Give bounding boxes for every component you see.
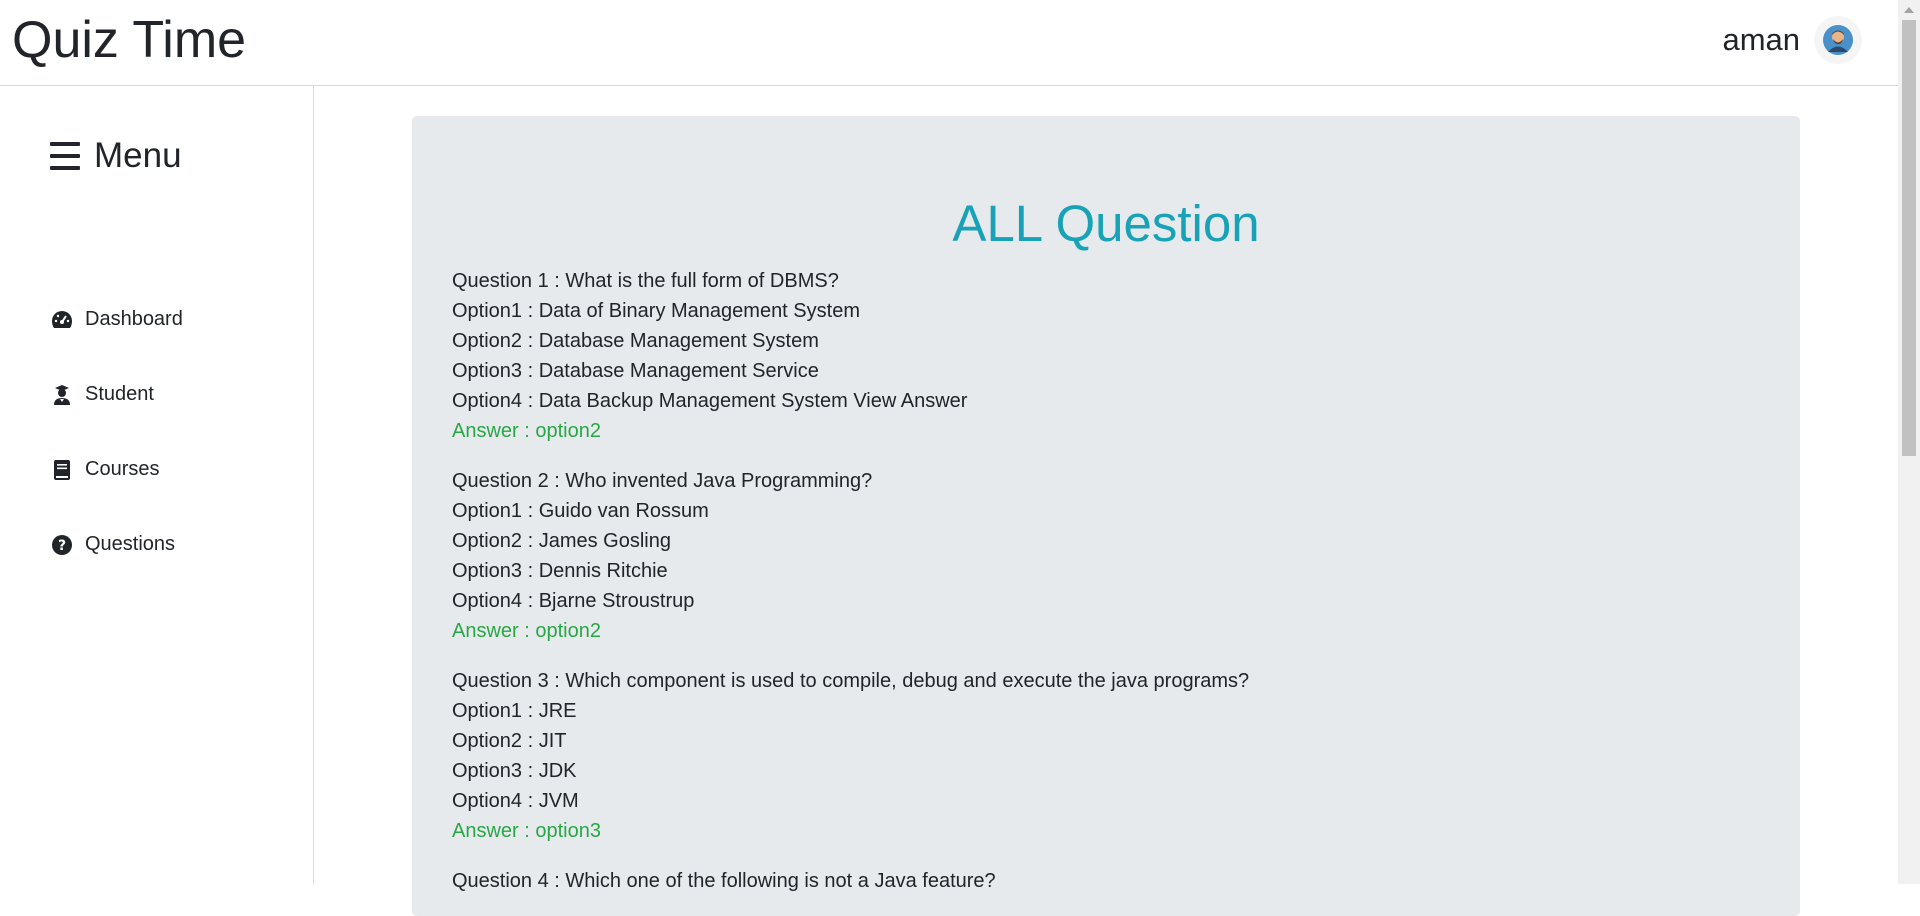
- option-1: Option1 : Guido van Rossum: [452, 500, 709, 522]
- scrollbar-thumb[interactable]: [1902, 20, 1916, 456]
- option-3: Option3 : JDK: [452, 760, 577, 782]
- top-navbar: Quiz Time aman: [0, 0, 1898, 86]
- hamburger-icon[interactable]: [50, 142, 80, 170]
- menu-header[interactable]: Menu: [50, 136, 182, 176]
- question-circle-icon: ?: [50, 533, 74, 557]
- question-text: Question 2 : Who invented Java Programmi…: [452, 470, 873, 492]
- sidebar-item-student[interactable]: Student: [50, 357, 183, 432]
- tachometer-icon: [50, 308, 74, 332]
- user-avatar-icon[interactable]: [1814, 16, 1862, 64]
- svg-text:?: ?: [58, 538, 66, 554]
- sidebar-item-courses[interactable]: Courses: [50, 432, 183, 507]
- option-4: Option4 : JVM: [452, 790, 579, 812]
- option-2: Option2 : Database Management System: [452, 330, 819, 352]
- page-title: ALL Question: [952, 195, 1260, 252]
- option-4: Option4 : Bjarne Stroustrup: [452, 590, 695, 612]
- user-menu[interactable]: aman: [1722, 16, 1862, 64]
- option-1: Option1 : JRE: [452, 700, 577, 722]
- sidebar-item-label: Dashboard: [85, 308, 183, 330]
- question-text: Question 3 : Which component is used to …: [452, 670, 1250, 692]
- brand-title[interactable]: Quiz Time: [12, 10, 246, 70]
- option-1: Option1 : Data of Binary Management Syst…: [452, 300, 860, 322]
- user-graduate-icon: [50, 383, 74, 407]
- question-text: Question 1 : What is the full form of DB…: [452, 270, 839, 292]
- questions-card: ALL Question Question 1 : What is the fu…: [412, 116, 1800, 916]
- book-icon: [50, 458, 74, 482]
- sidebar-nav: Dashboard Student Courses ? Questions: [50, 282, 183, 582]
- sidebar: Menu Dashboard Student Courses ? Questio…: [0, 86, 314, 884]
- page-scrollbar[interactable]: [1898, 0, 1920, 884]
- question-item: Question 3 : Which component is used to …: [452, 666, 1760, 846]
- sidebar-item-dashboard[interactable]: Dashboard: [50, 282, 183, 357]
- menu-title: Menu: [94, 136, 182, 175]
- option-2: Option2 : JIT: [452, 730, 567, 752]
- option-3: Option3 : Database Management Service: [452, 360, 819, 382]
- main-content: ALL Question Question 1 : What is the fu…: [315, 86, 1898, 916]
- answer-text: Answer : option2: [452, 420, 601, 442]
- question-item: Question 2 : Who invented Java Programmi…: [452, 466, 1760, 646]
- option-2: Option2 : James Gosling: [452, 530, 671, 552]
- answer-text: Answer : option3: [452, 820, 601, 842]
- sidebar-item-questions[interactable]: ? Questions: [50, 507, 183, 582]
- sidebar-item-label: Courses: [85, 458, 160, 480]
- question-item: Question 4 : Which one of the following …: [452, 866, 1760, 896]
- question-item: Question 1 : What is the full form of DB…: [452, 266, 1760, 446]
- question-list: Question 1 : What is the full form of DB…: [452, 266, 1760, 916]
- sidebar-item-label: Questions: [85, 533, 176, 555]
- scroll-up-arrow-icon[interactable]: [1898, 0, 1920, 20]
- user-name[interactable]: aman: [1722, 16, 1800, 64]
- option-3: Option3 : Dennis Ritchie: [452, 560, 668, 582]
- answer-text: Answer : option2: [452, 620, 601, 642]
- question-text: Question 4 : Which one of the following …: [452, 870, 996, 892]
- option-4: Option4 : Data Backup Management System …: [452, 390, 968, 412]
- sidebar-item-label: Student: [85, 383, 154, 405]
